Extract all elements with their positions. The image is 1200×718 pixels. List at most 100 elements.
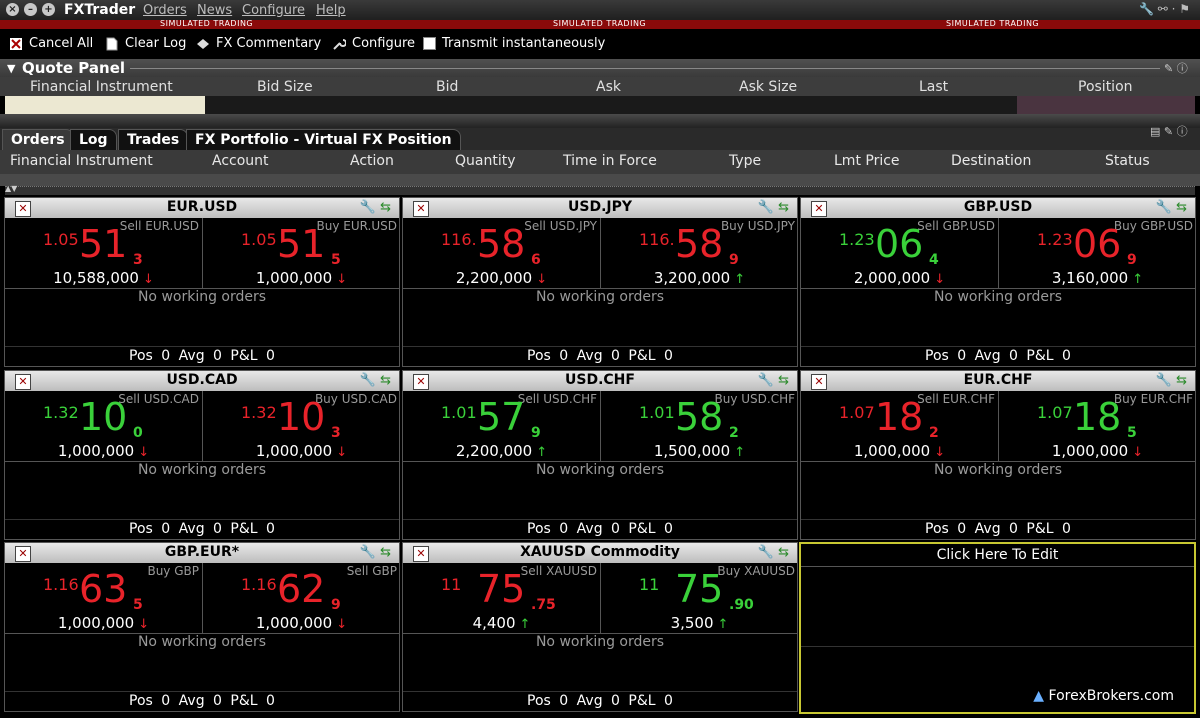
- col-bid-size[interactable]: Bid Size: [257, 79, 313, 95]
- resize-handle[interactable]: [5, 186, 1195, 195]
- ocol-account[interactable]: Account: [212, 153, 269, 169]
- close-icon[interactable]: ×: [6, 3, 19, 16]
- ocol-time-in-force[interactable]: Time in Force: [563, 153, 657, 169]
- trading-tile[interactable]: ✕ GBP.USD 🔧 ⇆ Sell GBP.USD 1.23 06 4 2,0…: [800, 197, 1196, 367]
- swap-icon[interactable]: ⇆: [778, 545, 789, 560]
- price-main[interactable]: 63: [79, 569, 127, 609]
- price-main[interactable]: 58: [477, 224, 525, 264]
- trading-tile[interactable]: ✕ USD.CAD 🔧 ⇆ Sell USD.CAD 1.32 10 0 1,0…: [4, 370, 400, 540]
- price-main[interactable]: 18: [875, 397, 923, 437]
- ocol-destination[interactable]: Destination: [951, 153, 1031, 169]
- swap-icon[interactable]: ⇆: [380, 545, 391, 560]
- col-position[interactable]: Position: [1078, 79, 1133, 95]
- ocol-quantity[interactable]: Quantity: [455, 153, 516, 169]
- sell-side[interactable]: Sell USD.JPY 116. 58 6 2,200,000 ↓: [403, 218, 601, 289]
- wrench-icon[interactable]: 🔧: [758, 373, 774, 388]
- sell-side[interactable]: Sell XAUUSD 11 75 .75 4,400 ↑: [403, 563, 601, 634]
- swap-icon[interactable]: ⇆: [380, 200, 391, 215]
- ocol-action[interactable]: Action: [350, 153, 394, 169]
- trading-tile[interactable]: ✕ EUR.CHF 🔧 ⇆ Sell EUR.CHF 1.07 18 2 1,0…: [800, 370, 1196, 540]
- wrench-icon[interactable]: 🔧: [1156, 200, 1172, 215]
- sell-side[interactable]: Sell USD.CHF 1.01 57 9 2,200,000 ↑: [403, 391, 601, 462]
- price-main[interactable]: 51: [277, 224, 325, 264]
- sell-side[interactable]: Sell GBP.USD 1.23 06 4 2,000,000 ↓: [801, 218, 999, 289]
- swap-icon[interactable]: ⇆: [1176, 200, 1187, 215]
- price-pip: 5: [133, 597, 143, 613]
- col-financial-instrument[interactable]: Financial Instrument: [30, 79, 173, 95]
- sell-side[interactable]: Sell USD.CAD 1.32 10 0 1,000,000 ↓: [5, 391, 203, 462]
- panel-tools-icon[interactable]: ▤ ✎ ⓘ: [1150, 123, 1188, 139]
- trading-tile[interactable]: ✕ USD.CHF 🔧 ⇆ Sell USD.CHF 1.01 57 9 2,2…: [402, 370, 798, 540]
- price-main[interactable]: 10: [277, 397, 325, 437]
- buy-side[interactable]: Buy GBP.USD 1.23 06 9 3,160,000 ↑: [999, 218, 1196, 289]
- empty-tile[interactable]: Click Here To Edit ▲ ForexBrokers.com: [799, 542, 1196, 714]
- menu-news[interactable]: News: [197, 3, 232, 18]
- tab-fx-portfolio[interactable]: FX Portfolio - Virtual FX Position: [186, 129, 461, 151]
- price-main[interactable]: 75: [675, 569, 723, 609]
- price-main[interactable]: 06: [875, 224, 923, 264]
- configure-button[interactable]: Configure: [332, 36, 415, 51]
- swap-icon[interactable]: ⇆: [380, 373, 391, 388]
- price-main[interactable]: 62: [277, 569, 325, 609]
- trading-tile[interactable]: ✕ USD.JPY 🔧 ⇆ Sell USD.JPY 116. 58 6 2,2…: [402, 197, 798, 367]
- price-main[interactable]: 18: [1073, 397, 1121, 437]
- price-main[interactable]: 58: [675, 224, 723, 264]
- ocol-financial-instrument[interactable]: Financial Instrument: [10, 153, 153, 169]
- trading-tile[interactable]: ✕ XAUUSD Commodity 🔧 ⇆ Sell XAUUSD 11 75…: [402, 542, 798, 712]
- checkbox-box[interactable]: [423, 37, 436, 50]
- menu-configure[interactable]: Configure: [242, 3, 305, 18]
- price-main[interactable]: 10: [79, 397, 127, 437]
- panel-separator[interactable]: [0, 114, 1200, 128]
- cancel-all-button[interactable]: Cancel All: [9, 36, 93, 51]
- col-last[interactable]: Last: [919, 79, 948, 95]
- title-tools-icon[interactable]: 🔧 ⚯ · ⚑: [1139, 2, 1190, 16]
- swap-icon[interactable]: ⇆: [778, 373, 789, 388]
- maximize-icon[interactable]: +: [42, 3, 55, 16]
- col-ask[interactable]: Ask: [596, 79, 621, 95]
- buy-side[interactable]: Buy USD.CAD 1.32 10 3 1,000,000 ↓: [203, 391, 400, 462]
- tab-log[interactable]: Log: [70, 129, 117, 151]
- pin-icon[interactable]: ✎ ⓘ: [1164, 60, 1188, 76]
- quote-instrument-cell[interactable]: [5, 96, 205, 114]
- sell-side[interactable]: Sell EUR.CHF 1.07 18 2 1,000,000 ↓: [801, 391, 999, 462]
- click-to-edit-label[interactable]: Click Here To Edit: [801, 544, 1194, 567]
- buy-side[interactable]: Buy XAUUSD 11 75 .90 3,500 ↑: [601, 563, 798, 634]
- minimize-icon[interactable]: –: [24, 3, 37, 16]
- wrench-icon[interactable]: 🔧: [360, 545, 376, 560]
- sell-side[interactable]: Sell EUR.USD 1.05 51 3 10,588,000 ↓: [5, 218, 203, 289]
- tab-orders[interactable]: Orders: [2, 129, 74, 151]
- swap-icon[interactable]: ⇆: [778, 200, 789, 215]
- swap-icon[interactable]: ⇆: [1176, 373, 1187, 388]
- ocol-lmt-price[interactable]: Lmt Price: [834, 153, 900, 169]
- price-main[interactable]: 51: [79, 224, 127, 264]
- buy-side[interactable]: Buy EUR.CHF 1.07 18 5 1,000,000 ↓: [999, 391, 1196, 462]
- trading-tile[interactable]: ✕ EUR.USD 🔧 ⇆ Sell EUR.USD 1.05 51 3 10,…: [4, 197, 400, 367]
- ocol-status[interactable]: Status: [1105, 153, 1150, 169]
- collapse-icon[interactable]: ▼: [7, 62, 15, 75]
- sell-side[interactable]: Buy GBP 1.16 63 5 1,000,000 ↓: [5, 563, 203, 634]
- buy-side[interactable]: Buy USD.CHF 1.01 58 2 1,500,000 ↑: [601, 391, 798, 462]
- col-ask-size[interactable]: Ask Size: [739, 79, 797, 95]
- expand-icon[interactable]: ▲▼: [5, 184, 17, 193]
- fx-commentary-button[interactable]: FX Commentary: [196, 36, 321, 51]
- col-bid[interactable]: Bid: [436, 79, 458, 95]
- ocol-type[interactable]: Type: [729, 153, 761, 169]
- trading-tile[interactable]: ✕ GBP.EUR* 🔧 ⇆ Buy GBP 1.16 63 5 1,000,0…: [4, 542, 400, 712]
- price-main[interactable]: 58: [675, 397, 723, 437]
- tab-trades[interactable]: Trades: [118, 129, 189, 151]
- wrench-icon[interactable]: 🔧: [1156, 373, 1172, 388]
- menu-help[interactable]: Help: [316, 3, 346, 18]
- wrench-icon[interactable]: 🔧: [758, 545, 774, 560]
- price-main[interactable]: 06: [1073, 224, 1121, 264]
- buy-side[interactable]: Sell GBP 1.16 62 9 1,000,000 ↓: [203, 563, 400, 634]
- wrench-icon[interactable]: 🔧: [360, 200, 376, 215]
- price-main[interactable]: 57: [477, 397, 525, 437]
- buy-side[interactable]: Buy EUR.USD 1.05 51 5 1,000,000 ↓: [203, 218, 400, 289]
- menu-orders[interactable]: Orders: [143, 3, 187, 18]
- wrench-icon[interactable]: 🔧: [758, 200, 774, 215]
- wrench-icon[interactable]: 🔧: [360, 373, 376, 388]
- buy-side[interactable]: Buy USD.JPY 116. 58 9 3,200,000 ↑: [601, 218, 798, 289]
- clear-log-button[interactable]: Clear Log: [105, 36, 186, 51]
- transmit-checkbox[interactable]: Transmit instantaneously: [423, 36, 605, 51]
- price-main[interactable]: 75: [477, 569, 525, 609]
